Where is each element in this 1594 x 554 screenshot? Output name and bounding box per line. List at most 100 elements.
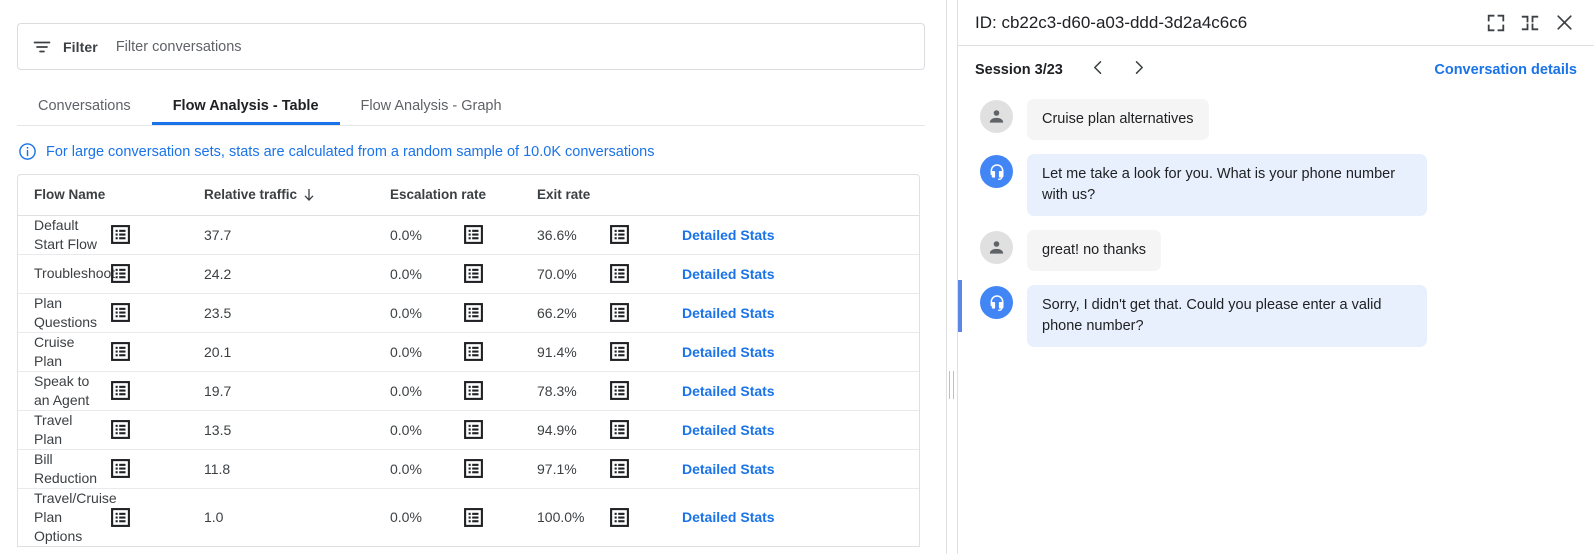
previous-session-button[interactable] bbox=[1084, 55, 1114, 85]
cell-flow-name: Troubleshoot bbox=[34, 264, 111, 283]
table-row[interactable]: Travel Plan 13.50.0% 94.9% Detailed Stat… bbox=[18, 410, 919, 449]
flow-detail-icon[interactable] bbox=[111, 459, 204, 478]
table-row[interactable]: Speak to an Agent 19.70.0% 78.3% Detaile… bbox=[18, 371, 919, 410]
detailed-stats-link[interactable]: Detailed Stats bbox=[682, 305, 775, 321]
col-actions bbox=[682, 175, 919, 215]
message-row[interactable]: Let me take a look for you. What is your… bbox=[958, 154, 1594, 216]
flow-detail-icon[interactable] bbox=[111, 264, 204, 283]
escalation-detail-icon[interactable] bbox=[464, 303, 538, 322]
cell-relative-traffic: 1.0 bbox=[204, 488, 390, 546]
cell-exit-rate: 36.6% bbox=[537, 215, 610, 254]
escalation-detail-icon[interactable] bbox=[464, 342, 538, 361]
cell-relative-traffic: 23.5 bbox=[204, 293, 390, 332]
col-header-label: Escalation rate bbox=[390, 187, 486, 202]
detailed-stats-link[interactable]: Detailed Stats bbox=[682, 461, 775, 477]
exit-detail-icon[interactable] bbox=[610, 303, 683, 322]
tab-flow-analysis-table[interactable]: Flow Analysis - Table bbox=[152, 86, 340, 125]
flow-detail-icon[interactable] bbox=[111, 420, 204, 439]
exit-detail-icon[interactable] bbox=[610, 459, 683, 478]
pane-resize-handle[interactable] bbox=[949, 371, 954, 399]
detailed-stats-link[interactable]: Detailed Stats bbox=[682, 509, 775, 525]
table-header-row: Flow Name Relative traffic bbox=[18, 175, 919, 215]
flow-table-container: Flow Name Relative traffic bbox=[17, 174, 920, 547]
table-row[interactable]: Cruise Plan 20.10.0% 91.4% Detailed Stat… bbox=[18, 332, 919, 371]
col-exit-rate[interactable]: Exit rate bbox=[537, 175, 682, 215]
flow-analysis-pane: Filter Conversations Flow Analysis - Tab… bbox=[0, 0, 946, 554]
collapse-icon bbox=[1521, 14, 1539, 32]
conversation-details-link[interactable]: Conversation details bbox=[1434, 62, 1577, 78]
escalation-detail-icon[interactable] bbox=[464, 420, 538, 439]
message-row[interactable]: Cruise plan alternatives bbox=[958, 99, 1594, 140]
table-row[interactable]: Troubleshoot 24.20.0% 70.0% Detailed Sta… bbox=[18, 254, 919, 293]
session-counter: Session 3/23 bbox=[975, 62, 1063, 78]
cell-flow-name: Travel/Cruise Plan Options bbox=[34, 489, 111, 546]
escalation-detail-icon[interactable] bbox=[464, 459, 538, 478]
close-icon bbox=[1555, 13, 1574, 32]
cell-relative-traffic: 13.5 bbox=[204, 410, 390, 449]
conversation-id: ID: cb22c3-d60-a03-ddd-3d2a4c6c6 bbox=[975, 13, 1479, 33]
escalation-detail-icon[interactable] bbox=[464, 381, 538, 400]
cell-relative-traffic: 11.8 bbox=[204, 449, 390, 488]
flow-detail-icon[interactable] bbox=[111, 508, 204, 527]
col-header-label: Exit rate bbox=[537, 187, 590, 202]
cell-flow-name: Default Start Flow bbox=[34, 216, 111, 254]
escalation-detail-icon[interactable] bbox=[464, 225, 538, 244]
table-row[interactable]: Default Start Flow 37.70.0% 36.6% Detail… bbox=[18, 215, 919, 254]
table-row[interactable]: Travel/Cruise Plan Options 1.00.0% 100.0… bbox=[18, 488, 919, 546]
filter-label: Filter bbox=[63, 39, 98, 55]
message-row[interactable]: Sorry, I didn't get that. Could you plea… bbox=[958, 285, 1594, 347]
tab-label: Conversations bbox=[38, 98, 131, 114]
tab-flow-analysis-graph[interactable]: Flow Analysis - Graph bbox=[340, 86, 523, 125]
escalation-detail-icon[interactable] bbox=[464, 264, 538, 283]
cell-exit-rate: 97.1% bbox=[537, 449, 610, 488]
table-row[interactable]: Bill Reduction 11.80.0% 97.1% Detailed S… bbox=[18, 449, 919, 488]
col-header-label: Flow Name bbox=[34, 187, 105, 202]
filter-input[interactable] bbox=[116, 39, 924, 55]
message-row[interactable]: great! no thanks bbox=[958, 230, 1594, 271]
close-button[interactable] bbox=[1547, 6, 1581, 40]
conversation-header: ID: cb22c3-d60-a03-ddd-3d2a4c6c6 bbox=[958, 0, 1594, 46]
col-escalation-rate[interactable]: Escalation rate bbox=[390, 175, 537, 215]
collapse-button[interactable] bbox=[1513, 6, 1547, 40]
flow-detail-icon[interactable] bbox=[111, 342, 204, 361]
flow-detail-icon[interactable] bbox=[111, 303, 204, 322]
detailed-stats-link[interactable]: Detailed Stats bbox=[682, 266, 775, 282]
cell-flow-name: Travel Plan bbox=[34, 411, 111, 449]
escalation-detail-icon[interactable] bbox=[464, 508, 538, 527]
detailed-stats-link[interactable]: Detailed Stats bbox=[682, 383, 775, 399]
sampling-notice-text: For large conversation sets, stats are c… bbox=[46, 144, 655, 160]
expand-icon bbox=[1487, 14, 1505, 32]
cell-escalation-rate: 0.0% bbox=[390, 254, 464, 293]
detailed-stats-link[interactable]: Detailed Stats bbox=[682, 422, 775, 438]
filter-bar[interactable]: Filter bbox=[17, 23, 925, 70]
selected-message-indicator bbox=[958, 280, 962, 332]
cell-exit-rate: 78.3% bbox=[537, 371, 610, 410]
col-flow-name[interactable]: Flow Name bbox=[18, 175, 204, 215]
detailed-stats-link[interactable]: Detailed Stats bbox=[682, 344, 775, 360]
flow-detail-icon[interactable] bbox=[111, 381, 204, 400]
tab-conversations[interactable]: Conversations bbox=[17, 86, 152, 125]
next-session-button[interactable] bbox=[1124, 55, 1154, 85]
exit-detail-icon[interactable] bbox=[610, 508, 683, 527]
flow-detail-icon[interactable] bbox=[111, 225, 204, 244]
exit-detail-icon[interactable] bbox=[610, 342, 683, 361]
detailed-stats-link[interactable]: Detailed Stats bbox=[682, 227, 775, 243]
message-bubble: Let me take a look for you. What is your… bbox=[1027, 154, 1427, 216]
col-relative-traffic[interactable]: Relative traffic bbox=[204, 175, 390, 215]
tab-label: Flow Analysis - Graph bbox=[361, 98, 502, 114]
cell-exit-rate: 100.0% bbox=[537, 488, 610, 546]
chevron-left-icon bbox=[1090, 59, 1107, 81]
exit-detail-icon[interactable] bbox=[610, 225, 683, 244]
exit-detail-icon[interactable] bbox=[610, 381, 683, 400]
info-icon bbox=[18, 142, 37, 161]
cell-escalation-rate: 0.0% bbox=[390, 488, 464, 546]
expand-button[interactable] bbox=[1479, 6, 1513, 40]
message-bubble: Cruise plan alternatives bbox=[1027, 99, 1209, 140]
sort-descending-icon bbox=[302, 188, 316, 202]
table-row[interactable]: Plan Questions 23.50.0% 66.2% Detailed S… bbox=[18, 293, 919, 332]
exit-detail-icon[interactable] bbox=[610, 420, 683, 439]
pane-divider[interactable] bbox=[946, 0, 957, 554]
chevron-right-icon bbox=[1130, 59, 1147, 81]
headset-icon bbox=[980, 155, 1013, 188]
exit-detail-icon[interactable] bbox=[610, 264, 683, 283]
